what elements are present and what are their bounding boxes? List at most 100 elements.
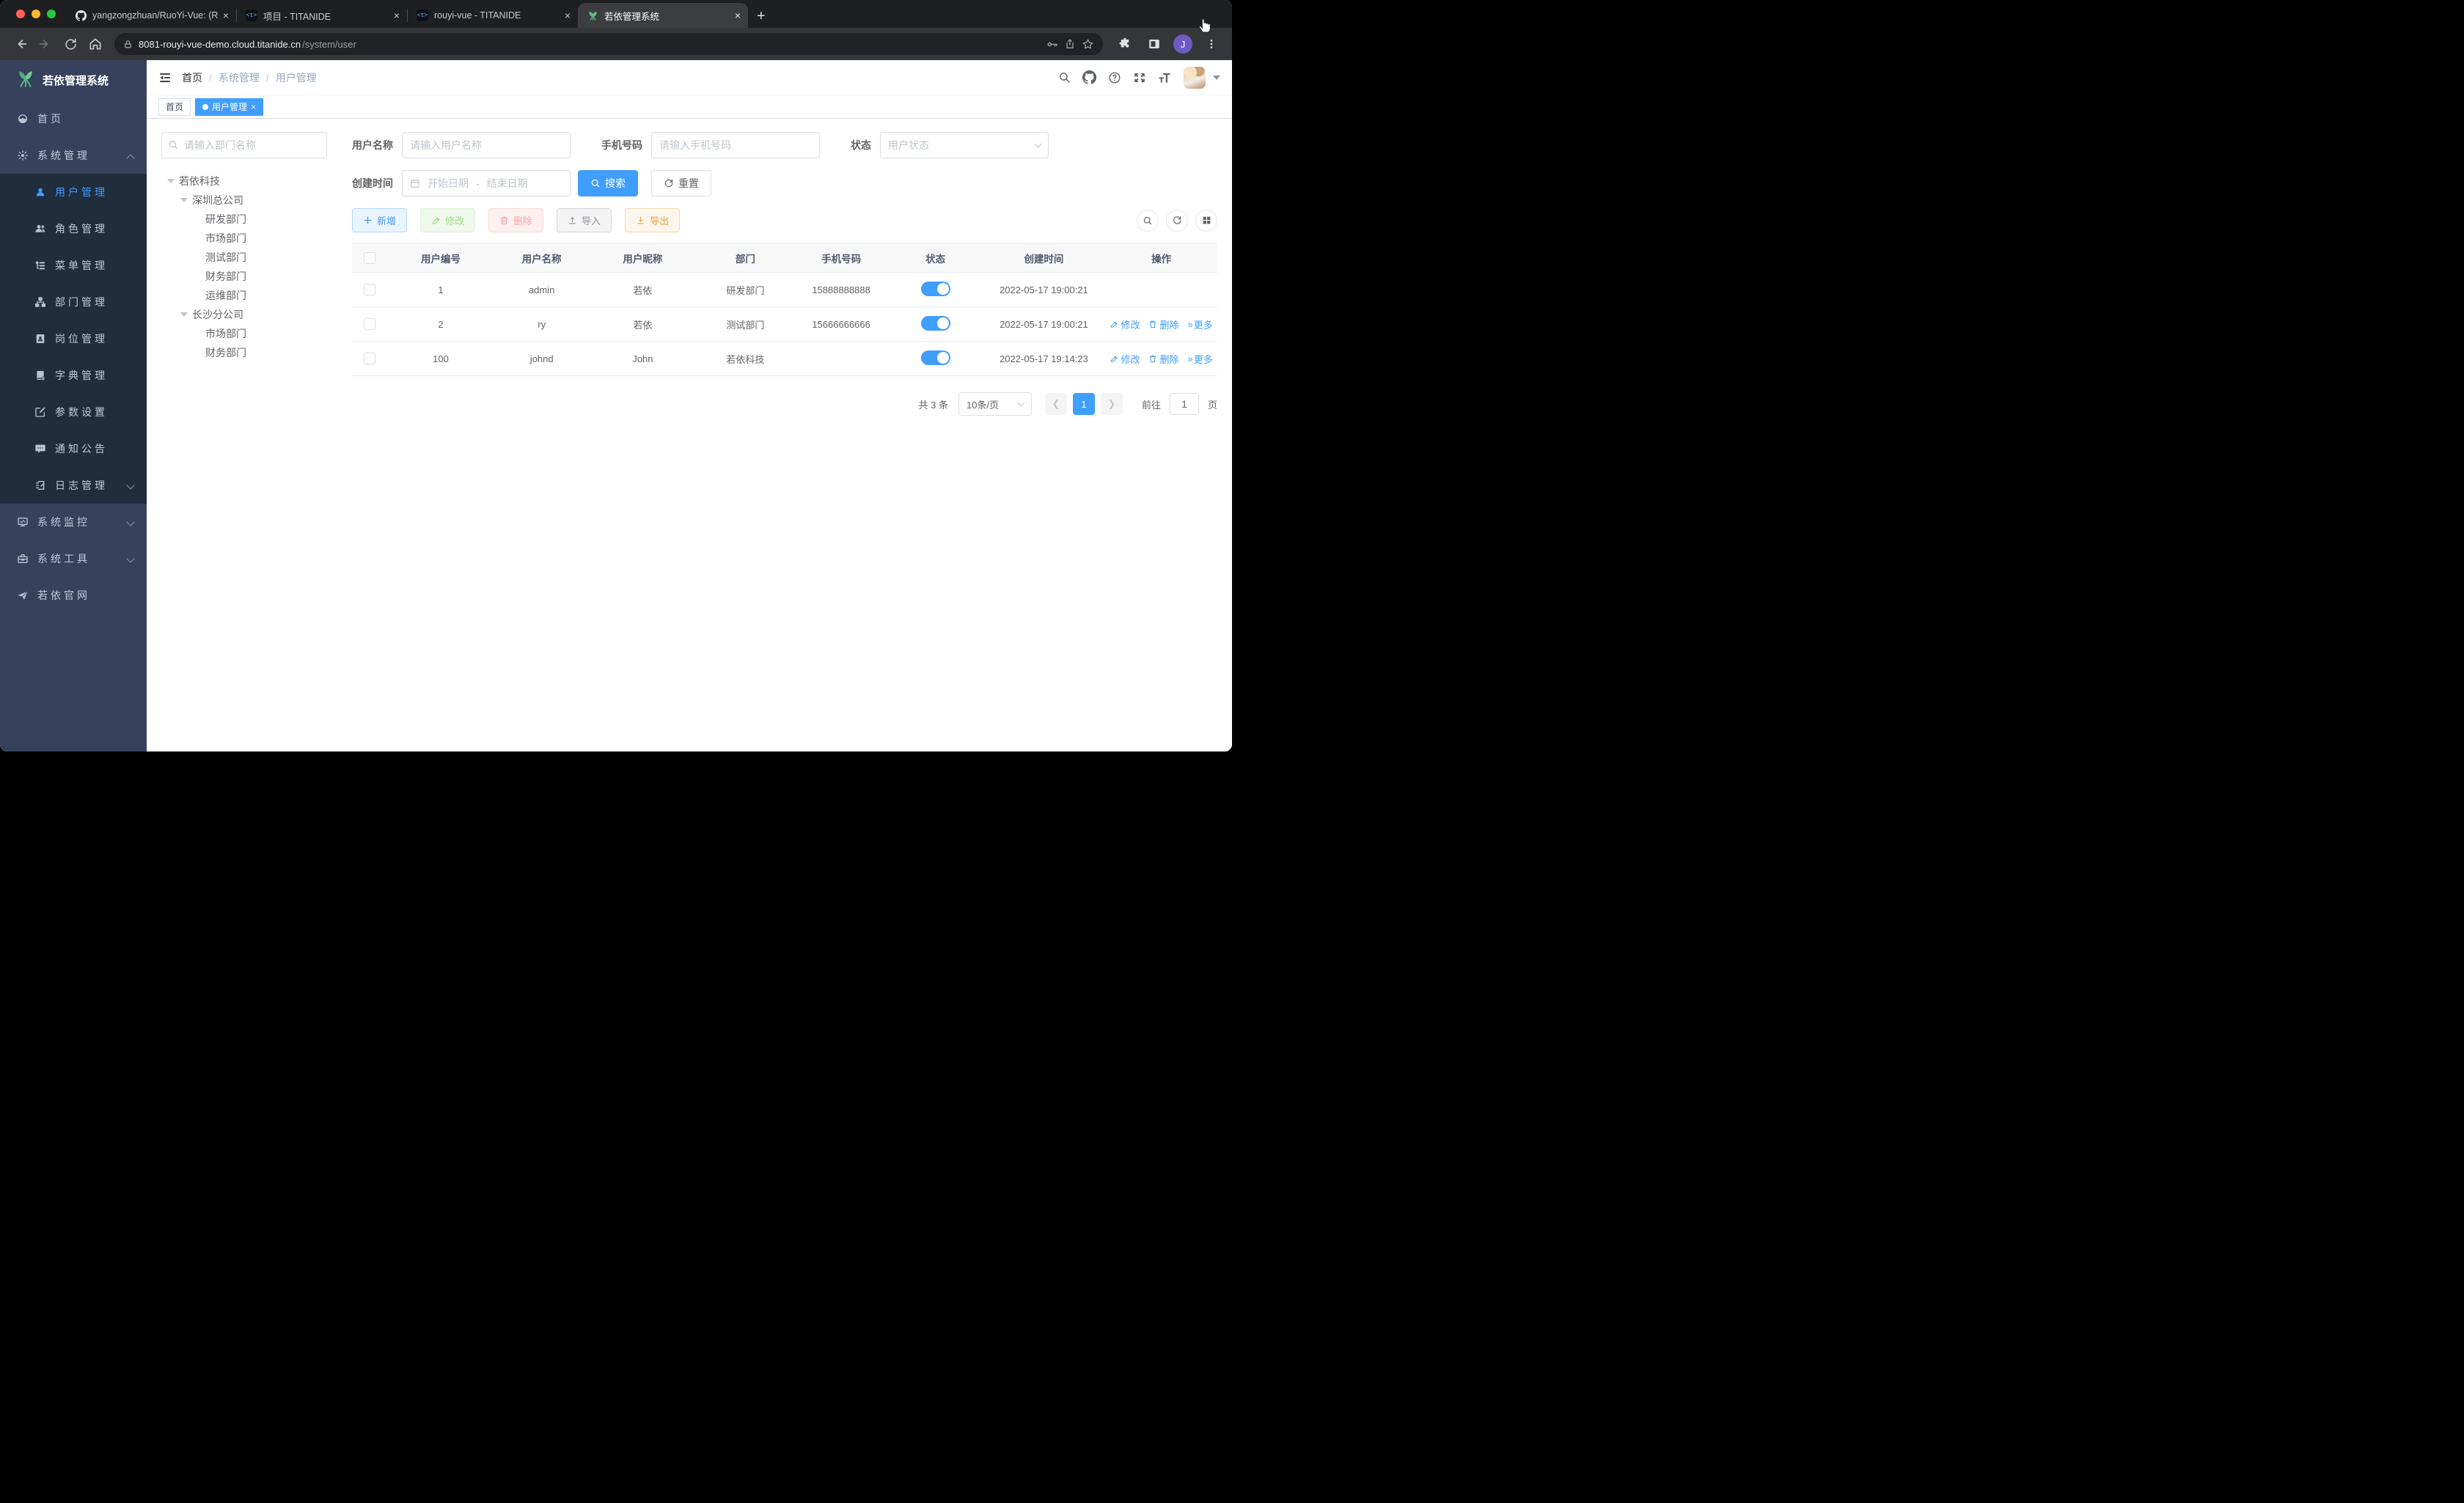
sidebar-item-user-management[interactable]: 用户管理: [0, 174, 147, 210]
sidebar-item-role-management[interactable]: 角色管理: [0, 210, 147, 247]
address-bar[interactable]: 8081-rouyi-vue-demo.cloud.titanide.cn/sy…: [114, 33, 1103, 55]
search-button[interactable]: 搜索: [578, 170, 638, 196]
row-edit-link[interactable]: 修改: [1110, 352, 1140, 366]
header-search-icon[interactable]: [1058, 71, 1071, 84]
password-key-icon[interactable]: [1046, 38, 1058, 51]
extensions-puzzle-icon[interactable]: [1115, 34, 1135, 54]
window-controls[interactable]: [16, 10, 56, 18]
goto-page-input[interactable]: [1169, 393, 1199, 415]
tab-close-icon[interactable]: ×: [565, 10, 571, 21]
lock-icon[interactable]: [123, 40, 133, 49]
row-delete-link[interactable]: 删除: [1148, 317, 1178, 331]
end-date[interactable]: 结束日期: [487, 176, 528, 191]
close-window-button[interactable]: [16, 10, 25, 18]
browser-tab-github[interactable]: yangzongzhuan/RuoYi-Vue: (R ×: [66, 3, 236, 28]
caret-down-icon[interactable]: [1213, 75, 1220, 80]
home-button[interactable]: [85, 34, 106, 54]
tree-node[interactable]: 研发部门: [161, 210, 331, 229]
caret-down-icon[interactable]: [180, 312, 188, 317]
phone-input[interactable]: [651, 132, 820, 158]
sidebar-item-home[interactable]: 首页: [0, 100, 147, 137]
tree-node[interactable]: 市场部门: [161, 324, 331, 343]
row-checkbox[interactable]: [363, 318, 375, 331]
export-button[interactable]: 导出: [625, 208, 681, 232]
username-input[interactable]: [402, 132, 571, 158]
caret-down-icon[interactable]: [180, 198, 188, 202]
import-button[interactable]: 导入: [557, 208, 612, 232]
sidebar-item-dict-management[interactable]: 字典管理: [0, 357, 147, 394]
dept-search-input[interactable]: [161, 132, 327, 158]
status-select[interactable]: 用户状态: [880, 132, 1049, 158]
tree-node[interactable]: 深圳总公司: [161, 191, 331, 210]
row-delete-link[interactable]: 删除: [1148, 352, 1178, 366]
row-checkbox[interactable]: [363, 353, 375, 365]
help-icon[interactable]: [1108, 71, 1121, 84]
sidebar-item-menu-management[interactable]: 菜单管理: [0, 247, 147, 284]
tree-node[interactable]: 若依科技: [161, 172, 331, 191]
refresh-button[interactable]: [1166, 209, 1188, 232]
sidebar-item-param-settings[interactable]: 参数设置: [0, 394, 147, 430]
row-more-link[interactable]: » 更多: [1187, 352, 1212, 366]
caret-down-icon[interactable]: [167, 179, 175, 183]
share-icon[interactable]: [1064, 38, 1076, 50]
tag-home[interactable]: 首页: [158, 98, 191, 116]
chrome-profile-avatar[interactable]: J: [1173, 34, 1192, 54]
row-edit-link[interactable]: 修改: [1110, 317, 1140, 331]
tree-node[interactable]: 财务部门: [161, 267, 331, 286]
breadcrumb-home[interactable]: 首页: [182, 70, 202, 85]
tree-node[interactable]: 财务部门: [161, 343, 331, 362]
github-icon[interactable]: [1082, 70, 1096, 84]
reload-button[interactable]: [60, 34, 81, 54]
tree-node[interactable]: 测试部门: [161, 248, 331, 267]
tag-user-management[interactable]: 用户管理 ×: [195, 98, 264, 116]
sidebar-item-dept-management[interactable]: 部门管理: [0, 284, 147, 320]
tree-node[interactable]: 市场部门: [161, 229, 331, 248]
edit-button[interactable]: 修改: [420, 208, 476, 232]
status-toggle[interactable]: [920, 281, 950, 296]
tree-node[interactable]: 运维部门: [161, 286, 331, 305]
fullscreen-icon[interactable]: [1133, 71, 1146, 84]
add-button[interactable]: 新增: [352, 208, 408, 232]
page-size-select[interactable]: 10条/页: [958, 392, 1032, 416]
font-size-icon[interactable]: [1158, 70, 1172, 84]
maximize-window-button[interactable]: [47, 10, 56, 18]
bookmark-star-icon[interactable]: [1082, 38, 1094, 51]
row-checkbox[interactable]: [363, 284, 375, 296]
current-page[interactable]: 1: [1072, 393, 1095, 415]
reset-button[interactable]: 重置: [651, 170, 711, 196]
sidebar-item-system-management[interactable]: 系统管理: [0, 137, 147, 174]
select-all-checkbox[interactable]: [363, 251, 375, 264]
delete-button[interactable]: 删除: [488, 208, 544, 232]
prev-page-button[interactable]: ❮: [1044, 393, 1067, 415]
forward-button[interactable]: [35, 34, 56, 54]
sidebar-item-notice[interactable]: 通知公告: [0, 430, 147, 467]
side-panel-icon[interactable]: [1144, 34, 1165, 54]
tab-close-icon[interactable]: ×: [735, 10, 741, 21]
new-tab-button[interactable]: +: [757, 9, 766, 23]
sidebar-item-system-tools[interactable]: 系统工具: [0, 540, 147, 577]
toggle-search-button[interactable]: [1137, 209, 1159, 232]
date-range-picker[interactable]: 开始日期 - 结束日期: [402, 170, 571, 196]
status-toggle[interactable]: [920, 350, 950, 365]
app-logo[interactable]: 若依管理系统: [0, 60, 147, 100]
sidebar-fold-icon[interactable]: [158, 71, 172, 84]
back-button[interactable]: [10, 34, 31, 54]
tag-close-icon[interactable]: ×: [251, 102, 256, 112]
sidebar-item-ruoyi-website[interactable]: 若依官网: [0, 577, 147, 614]
next-page-button[interactable]: ❯: [1100, 393, 1123, 415]
browser-tab-ruoyi-active[interactable]: 若依管理系统 ×: [578, 3, 748, 28]
minimize-window-button[interactable]: [32, 10, 40, 18]
sidebar-item-post-management[interactable]: 岗位管理: [0, 320, 147, 357]
user-avatar[interactable]: [1184, 66, 1206, 89]
row-more-link[interactable]: » 更多: [1187, 317, 1212, 331]
browser-tab-titanide-project[interactable]: <t> 项目 - TITANIDE ×: [237, 3, 407, 28]
tab-close-icon[interactable]: ×: [223, 10, 229, 21]
start-date[interactable]: 开始日期: [428, 176, 469, 191]
sidebar-item-log-management[interactable]: 日志管理: [0, 467, 147, 504]
tab-close-icon[interactable]: ×: [394, 10, 400, 21]
columns-grid-button[interactable]: [1195, 209, 1217, 232]
sidebar-item-system-monitor[interactable]: 系统监控: [0, 504, 147, 540]
tree-node[interactable]: 长沙分公司: [161, 305, 331, 324]
status-toggle[interactable]: [920, 315, 950, 331]
browser-tab-rouyi-vue[interactable]: <t> rouyi-vue - TITANIDE ×: [408, 3, 578, 28]
